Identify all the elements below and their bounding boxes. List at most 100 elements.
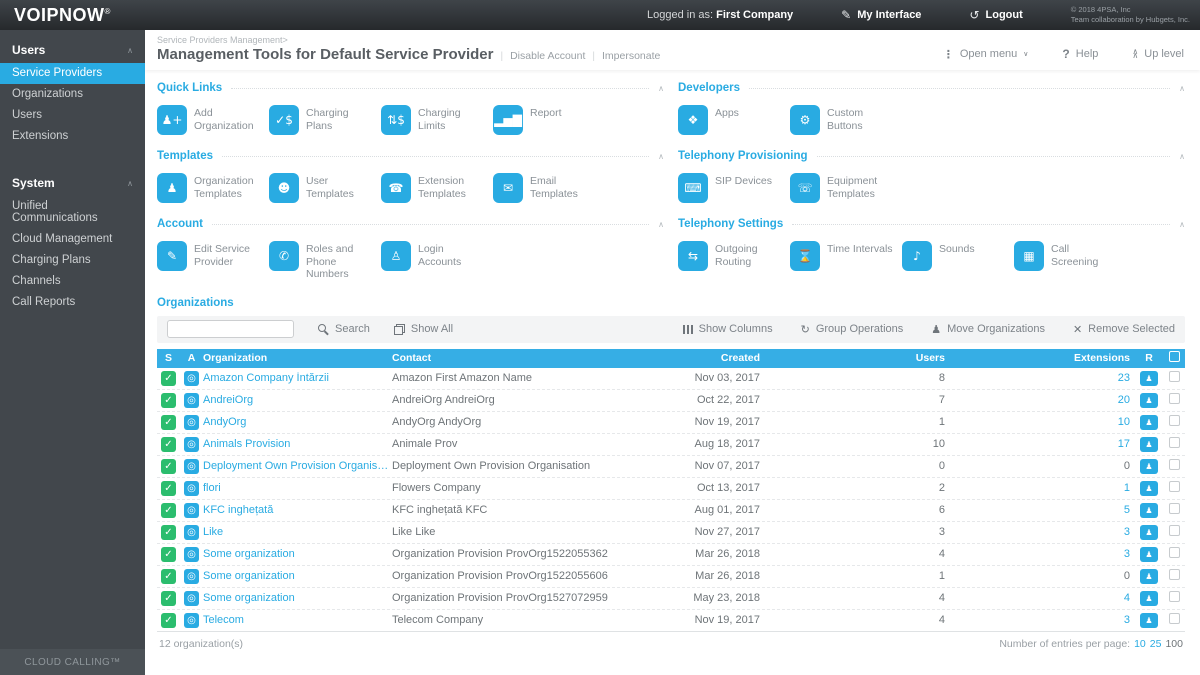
show-columns-button[interactable]: Show Columns [683,323,773,336]
collapse-icon[interactable]: ∧ [658,152,664,161]
panel-item[interactable]: ✎ Edit Service Provider [157,241,269,281]
panel-item[interactable]: ✆ Roles and Phone Numbers [269,241,381,281]
move-organizations-button[interactable]: ♟ Move Organizations [931,323,1045,336]
did-report-button[interactable] [1140,393,1158,408]
organization-link[interactable]: KFC inghețată [203,504,392,516]
panel-item[interactable]: ⌛ Time Intervals [790,241,902,271]
organization-link[interactable]: Some organization [203,570,392,582]
selected-status-icon[interactable] [161,371,176,386]
panel-item[interactable]: ♪ Sounds [902,241,1014,271]
did-report-button[interactable] [1140,547,1158,562]
organization-link[interactable]: Amazon Company İntărzii [203,372,392,384]
sidebar-item[interactable]: Charging Plans [0,250,145,271]
sidebar-item[interactable]: Organizations [0,84,145,105]
selected-status-icon[interactable] [161,525,176,540]
panel-item[interactable]: ⌨ SIP Devices [678,173,790,203]
row-checkbox[interactable] [1169,503,1180,514]
extensions-link[interactable]: 17 [950,438,1135,450]
selected-status-icon[interactable] [161,569,176,584]
active-status-icon[interactable] [184,481,199,496]
extensions-link[interactable]: 10 [950,416,1135,428]
did-report-button[interactable] [1140,591,1158,606]
organization-link[interactable]: Some organization [203,592,392,604]
did-report-button[interactable] [1140,525,1158,540]
row-checkbox[interactable] [1169,591,1180,602]
up-level-button[interactable]: ∧∧ Up level [1132,48,1184,60]
extensions-link[interactable]: 3 [950,614,1135,626]
panel-item[interactable]: ⇅$ Charging Limits [381,105,493,135]
col-extensions[interactable]: Extensions [950,352,1135,364]
selected-status-icon[interactable] [161,503,176,518]
group-operations-button[interactable]: ↻ Group Operations [801,323,904,336]
col-users[interactable]: Users [765,352,950,364]
panel-item[interactable]: ☎ Extension Templates [381,173,493,203]
row-checkbox[interactable] [1169,613,1180,624]
organization-link[interactable]: Deployment Own Provision Organisation [203,460,392,472]
active-status-icon[interactable] [184,591,199,606]
panel-item[interactable]: ▦ Call Screening [1014,241,1126,271]
extensions-link[interactable]: 1 [950,482,1135,494]
did-report-button[interactable] [1140,459,1158,474]
panel-item[interactable]: ❖ Apps [678,105,790,135]
row-checkbox[interactable] [1169,437,1180,448]
active-status-icon[interactable] [184,525,199,540]
sidebar-section-system[interactable]: System ∧ [0,163,145,196]
sidebar-item[interactable]: Cloud Management [0,229,145,250]
selected-status-icon[interactable] [161,613,176,628]
panel-item[interactable]: ✓$ Charging Plans [269,105,381,135]
panel-item[interactable]: ✉ Email Templates [493,173,605,203]
selected-status-icon[interactable] [161,459,176,474]
disable-account-link[interactable]: Disable Account [510,50,585,62]
impersonate-link[interactable]: Impersonate [602,50,660,62]
sidebar-section-users[interactable]: Users ∧ [0,30,145,63]
panel-item[interactable]: ⚙ Custom Buttons [790,105,902,135]
search-button[interactable]: Search [318,323,370,335]
select-all-checkbox[interactable] [1169,351,1180,362]
search-input[interactable] [167,320,294,338]
did-report-button[interactable] [1140,613,1158,628]
remove-selected-button[interactable]: ✕ Remove Selected [1073,323,1175,336]
collapse-icon[interactable]: ∧ [1179,152,1185,161]
panel-item[interactable]: ♟ Organization Templates [157,173,269,203]
row-checkbox[interactable] [1169,481,1180,492]
active-status-icon[interactable] [184,547,199,562]
active-status-icon[interactable] [184,437,199,452]
panel-item[interactable]: ▂▅▇ Report [493,105,605,135]
panel-item[interactable]: ⇆ Outgoing Routing [678,241,790,271]
my-interface-button[interactable]: ✎ My Interface [841,8,921,22]
active-status-icon[interactable] [184,613,199,628]
per-page-25[interactable]: 25 [1150,638,1162,650]
collapse-icon[interactable]: ∧ [658,84,664,93]
col-organization[interactable]: Organization [203,352,392,364]
active-status-icon[interactable] [184,569,199,584]
active-status-icon[interactable] [184,393,199,408]
collapse-icon[interactable]: ∧ [1179,84,1185,93]
row-checkbox[interactable] [1169,371,1180,382]
did-report-button[interactable] [1140,503,1158,518]
did-report-button[interactable] [1140,481,1158,496]
active-status-icon[interactable] [184,415,199,430]
collapse-icon[interactable]: ∧ [658,220,664,229]
organization-link[interactable]: AndreiOrg [203,394,392,406]
organization-link[interactable]: Like [203,526,392,538]
sidebar-item[interactable]: Service Providers [0,63,145,84]
breadcrumb[interactable]: Service Providers Management> [157,35,660,45]
row-checkbox[interactable] [1169,415,1180,426]
active-status-icon[interactable] [184,371,199,386]
help-button[interactable]: ? Help [1062,47,1098,61]
did-report-button[interactable] [1140,437,1158,452]
selected-status-icon[interactable] [161,591,176,606]
sidebar-item[interactable]: Users [0,105,145,126]
organization-link[interactable]: Telecom [203,614,392,626]
selected-status-icon[interactable] [161,437,176,452]
per-page-10[interactable]: 10 [1134,638,1146,650]
logout-button[interactable]: ↺ Logout [969,8,1022,22]
row-checkbox[interactable] [1169,459,1180,470]
show-all-button[interactable]: Show All [394,323,453,335]
collapse-icon[interactable]: ∧ [1179,220,1185,229]
open-menu-button[interactable]: ⋮ Open menu ∨ [943,48,1029,61]
extensions-link[interactable]: 0 [950,460,1135,472]
sidebar-item[interactable]: Call Reports [0,292,145,313]
row-checkbox[interactable] [1169,547,1180,558]
panel-item[interactable]: ♟+ Add Organization [157,105,269,135]
